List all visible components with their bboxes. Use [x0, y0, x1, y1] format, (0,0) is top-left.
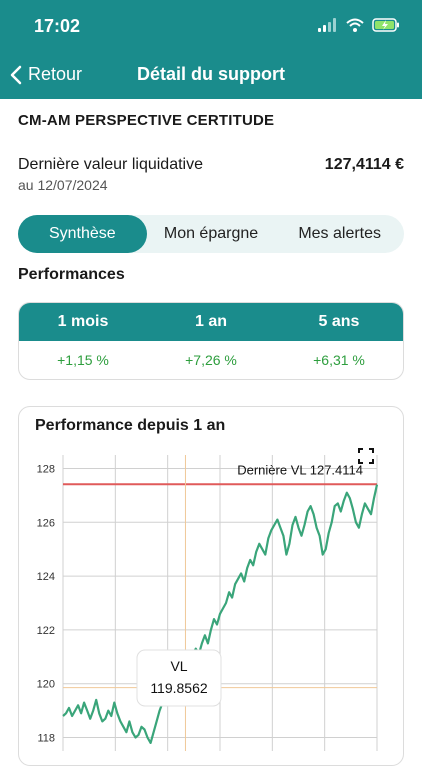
tab-mon-epargne[interactable]: Mon épargne: [147, 215, 276, 253]
vl-value: 127,4114 €: [324, 156, 404, 173]
fund-name: CM-AM PERSPECTIVE CERTITUDE: [18, 112, 275, 129]
perf-value-1-mois: +1,15 %: [57, 352, 109, 368]
status-time: 17:02: [34, 16, 81, 36]
y-tick-label: 122: [37, 625, 55, 637]
wifi-icon: [346, 18, 364, 32]
last-vl-label: Dernière VL 127.4114: [237, 462, 363, 477]
perf-value-1-an: +7,26 %: [185, 352, 237, 368]
y-tick-label: 118: [37, 733, 55, 745]
y-tick-label: 120: [37, 679, 55, 691]
perf-header-1-an: 1 an: [194, 313, 227, 330]
performances-title: Performances: [18, 266, 125, 283]
tooltip-label: VL: [170, 658, 187, 674]
app-header: 17:02 Retour Détail du support: [0, 0, 422, 99]
tab-bar: Synthèse Mon épargne Mes alertes: [18, 215, 404, 253]
status-icons: [318, 18, 400, 32]
y-tick-label: 126: [37, 517, 55, 529]
tab-synthese[interactable]: Synthèse: [18, 215, 147, 253]
performances-header: 1 mois 1 an 5 ans: [19, 303, 403, 341]
vl-date: au 12/07/2024: [18, 177, 108, 193]
tab-mes-alertes[interactable]: Mes alertes: [275, 215, 404, 253]
perf-value-5-ans: +6,31 %: [313, 352, 365, 368]
perf-header-1-mois: 1 mois: [57, 313, 109, 330]
performance-chart[interactable]: 118 120 122 124 126 128 Dernière VL 127.4114 VL…: [19, 407, 405, 751]
perf-header-5-ans: 5 ans: [318, 313, 360, 330]
battery-icon: [372, 18, 399, 32]
y-tick-label: 124: [37, 571, 55, 583]
performances-table: 1 mois 1 an 5 ans +1,15 % +7,26 % +6,31 …: [18, 302, 404, 380]
signal-icon: [318, 18, 336, 32]
vl-label: Dernière valeur liquidative: [18, 156, 203, 173]
tooltip-value: 119.8562: [150, 680, 208, 696]
performances-values: +1,15 % +7,26 % +6,31 %: [19, 341, 403, 379]
page-title: Détail du support: [137, 64, 285, 84]
chart-card: Performance depuis 1 an 118 120 122 124 126 1…: [18, 406, 404, 766]
y-tick-label: 128: [37, 463, 55, 475]
